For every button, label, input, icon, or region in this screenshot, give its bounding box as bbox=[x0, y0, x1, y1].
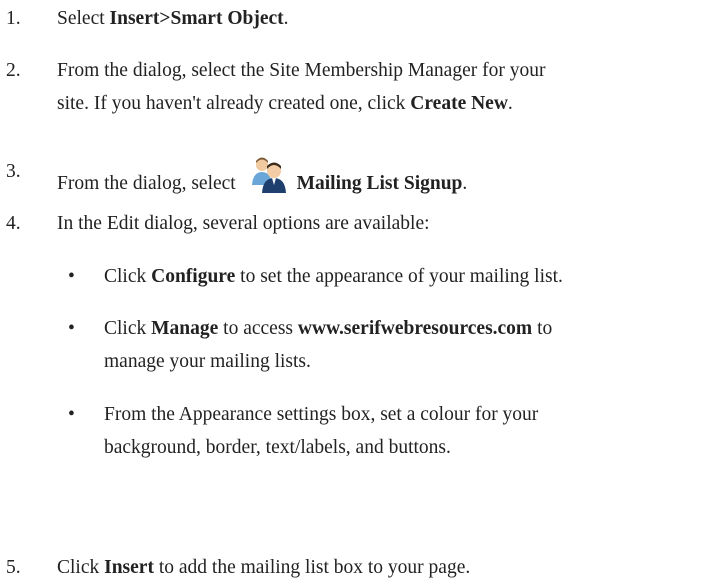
step-number: 5. bbox=[6, 557, 21, 578]
option-text: Click Manage to access www.serifwebresou… bbox=[104, 318, 553, 372]
step-text: From the dialog, select the Site Members… bbox=[57, 60, 546, 114]
option-text: Click Configure to set the appearance of… bbox=[104, 266, 563, 287]
step-number: 3. bbox=[6, 161, 21, 182]
users-icon bbox=[247, 155, 291, 195]
bullet: • bbox=[68, 318, 75, 339]
step-text: Click Insert to add the mailing list box… bbox=[57, 557, 471, 578]
option-text: From the Appearance settings box, set a … bbox=[104, 404, 539, 458]
step-text: Select Insert>Smart Object. bbox=[57, 8, 289, 29]
bullet: • bbox=[68, 266, 75, 287]
bullet: • bbox=[68, 404, 75, 425]
step-text: In the Edit dialog, several options are … bbox=[57, 213, 430, 234]
help-page: 1. Select Insert>Smart Object. 2. From t… bbox=[0, 0, 726, 584]
step-number: 2. bbox=[6, 60, 21, 81]
step-number: 4. bbox=[6, 213, 21, 234]
step-text: From the dialog, select Mailing List Sig… bbox=[57, 155, 722, 200]
step-number: 1. bbox=[6, 8, 21, 29]
